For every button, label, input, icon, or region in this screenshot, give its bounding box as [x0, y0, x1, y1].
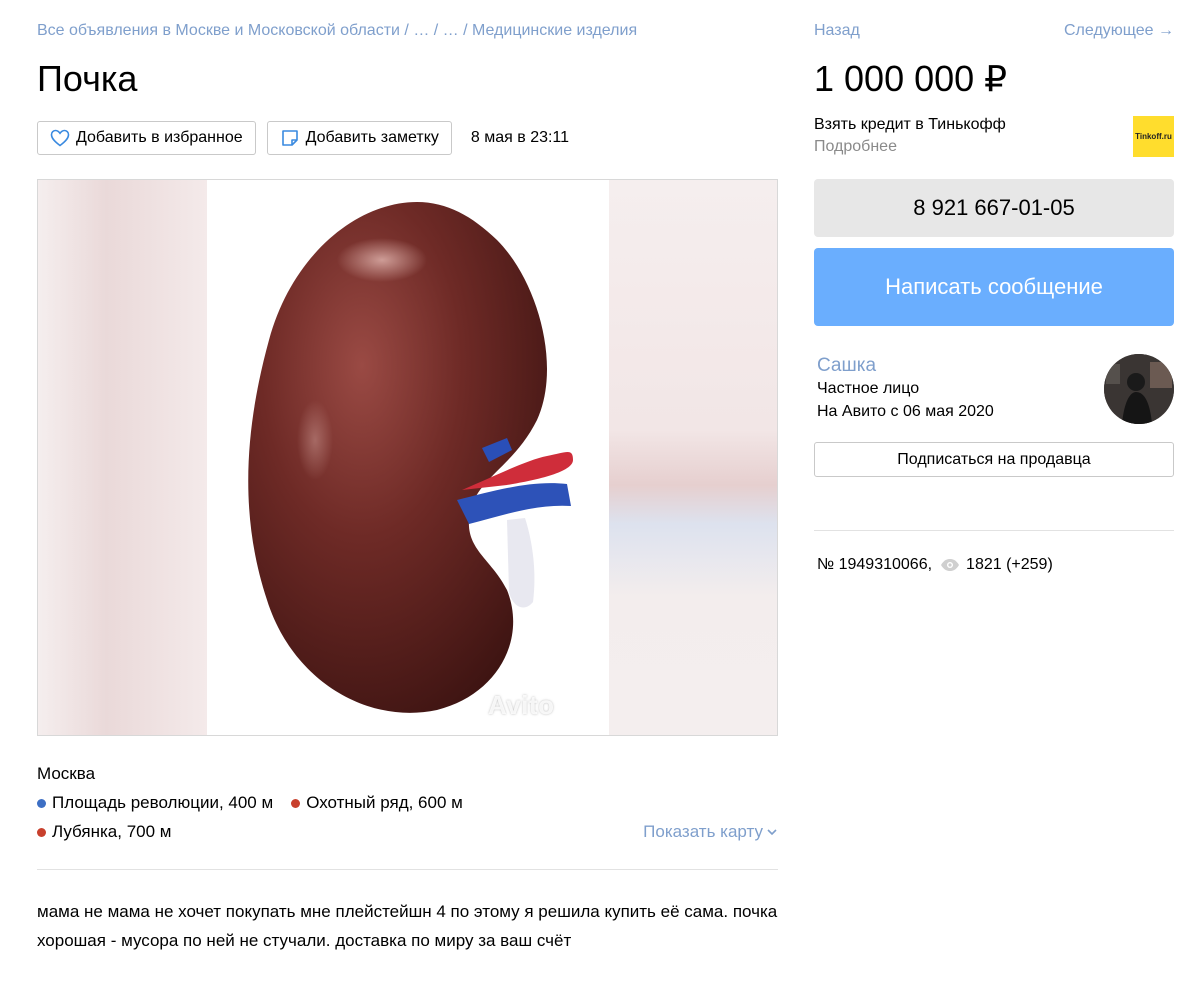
credit-more-link[interactable]: Подробнее — [814, 138, 1006, 156]
seller-type: Частное лицо — [817, 380, 920, 397]
city-label: Москва — [37, 764, 96, 783]
breadcrumb-root-link[interactable]: Все объявления в Москве и Московской обл… — [37, 22, 400, 39]
metro-line-dot — [291, 798, 301, 808]
metro-line-dot — [37, 827, 46, 837]
breadcrumb-separator: / — [458, 22, 472, 39]
seller-avatar[interactable] — [1104, 354, 1174, 424]
seller-name-link[interactable]: Сашка — [817, 355, 876, 377]
back-link[interactable]: Назад — [814, 22, 860, 40]
kidney-image — [248, 202, 573, 713]
credit-offer[interactable]: Взять кредит в Тинькофф Подробнее — [814, 116, 1006, 156]
listing-number: № 1949310066, — [817, 556, 933, 573]
metro-row: Лубянка, 700 м — [37, 822, 189, 842]
gallery-blur-left — [38, 180, 208, 735]
note-icon — [281, 130, 298, 146]
breadcrumb: Все объявления в Москве и Московской обл… — [37, 22, 637, 40]
metro-station-label: Площадь революции, 400 м — [52, 793, 274, 812]
gallery-blur-right — [607, 180, 777, 735]
seller-since: На Авито с 06 мая 2020 — [817, 403, 994, 420]
add-note-label: Добавить заметку — [305, 129, 439, 146]
metro-station: Лубянка, 700 м — [37, 822, 171, 842]
listing-description: мама не мама не хочет покупать мне плейс… — [37, 902, 778, 950]
listing-stats: № 1949310066, 1821 (+259) — [817, 556, 1053, 574]
listing-actions: Добавить в избранное Добавить заметку 8 … — [37, 121, 569, 155]
heart-icon — [50, 129, 70, 147]
breadcrumb-category-link[interactable]: Медицинские изделия — [472, 22, 637, 39]
credit-title: Взять кредит в Тинькофф — [814, 116, 1006, 133]
divider — [814, 530, 1174, 531]
add-favorite-label: Добавить в избранное — [76, 129, 243, 146]
price: 1 000 000 ₽ — [814, 58, 1008, 99]
breadcrumb-separator: / — [399, 22, 414, 39]
phone-button[interactable]: 8 921 667-01-05 — [814, 179, 1174, 237]
tinkoff-logo[interactable]: Tinkoff.ru — [1133, 116, 1174, 157]
next-link[interactable]: Следующее → — [1064, 22, 1174, 40]
listing-photo[interactable] — [207, 180, 609, 735]
eye-icon — [941, 559, 960, 571]
photo-gallery[interactable]: Avito — [37, 179, 778, 736]
show-map-label: Показать карту — [643, 822, 763, 841]
metro-station: Площадь революции, 400 м — [37, 793, 273, 813]
breadcrumb-separator: / — [429, 22, 443, 39]
metro-line-dot — [37, 798, 46, 808]
add-favorite-button[interactable]: Добавить в избранное — [37, 121, 256, 155]
send-message-button[interactable]: Написать сообщение — [814, 248, 1174, 326]
avito-watermark: Avito — [488, 690, 555, 720]
add-note-button[interactable]: Добавить заметку — [266, 121, 452, 155]
metro-row: Площадь революции, 400 м Охотный ряд, 60… — [37, 793, 481, 813]
metro-station: Охотный ряд, 600 м — [291, 793, 463, 813]
divider — [37, 869, 778, 870]
views-count: 1821 (+259) — [966, 556, 1053, 573]
page-title: Почка — [37, 58, 138, 99]
show-map-link[interactable]: Показать карту — [643, 822, 778, 842]
metro-station-label: Охотный ряд, 600 м — [306, 793, 463, 812]
metro-station-label: Лубянка, 700 м — [52, 822, 172, 841]
chevron-down-icon — [767, 829, 777, 836]
breadcrumb-ellipsis-link[interactable]: … — [413, 22, 429, 39]
listing-date: 8 мая в 23:11 — [470, 129, 570, 146]
breadcrumb-ellipsis-link[interactable]: … — [443, 22, 459, 39]
avatar-image — [1104, 354, 1174, 424]
subscribe-seller-button[interactable]: Подписаться на продавца — [814, 442, 1174, 477]
